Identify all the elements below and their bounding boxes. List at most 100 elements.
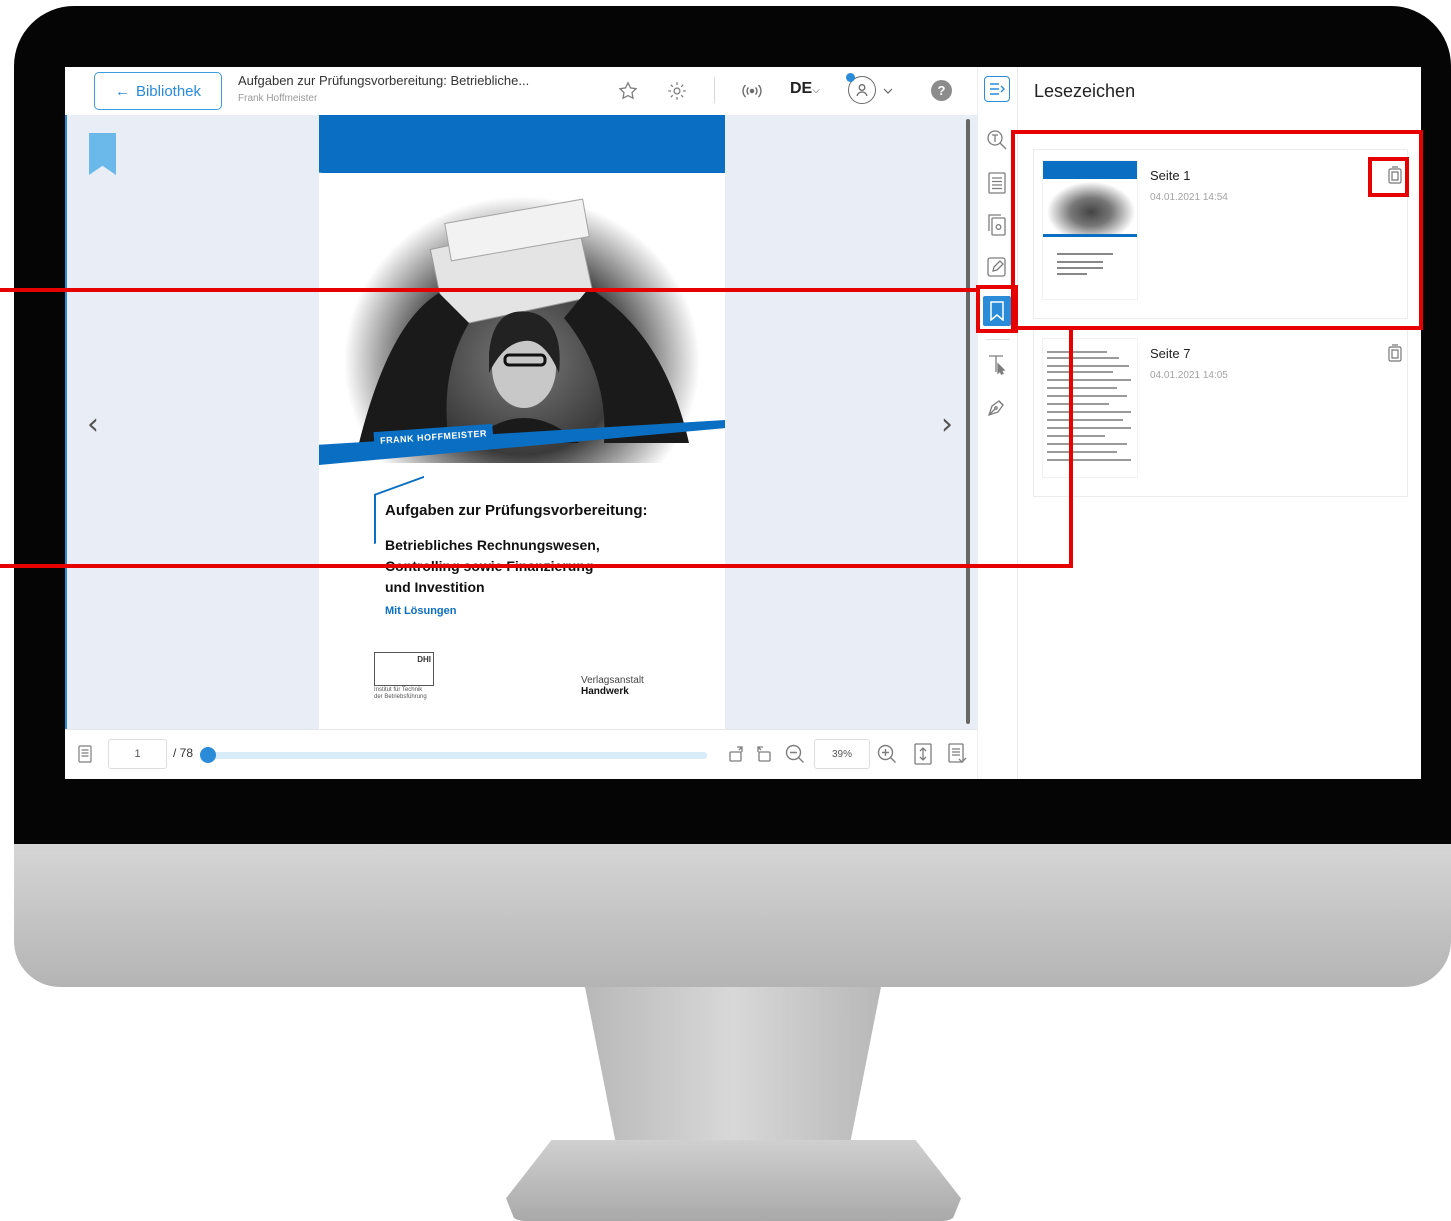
thumbnail-text-line [1057,273,1087,275]
audio-icon[interactable] [740,79,764,103]
document-icon[interactable] [945,742,969,766]
dhi-logo: DHI [374,652,434,686]
page-bookmark-flag-icon[interactable] [89,133,116,175]
page-total: / 78 [173,746,194,760]
delete-bookmark-icon[interactable] [1386,342,1404,364]
dhi-caption-line-2: der Betriebsführung [374,694,427,700]
cover-subheading-line-2: Controlling sowie Finanzierung [385,558,594,574]
document-viewer: ‹ › FRANK HOFFMEISTER Aufgaben zur Prüfu… [65,115,977,729]
notification-dot [846,73,855,82]
notes-icon[interactable] [984,254,1010,280]
back-to-library-button[interactable]: ← Bibliothek [94,72,222,110]
thumbnail-text-line [1047,379,1131,381]
panel-toggle-icon[interactable] [984,76,1010,102]
cover-note: Mit Lösungen [385,605,457,617]
page-slider-track[interactable] [207,752,707,759]
bookmarks-panel: Lesezeichen Seite 1 04.01.2021 14:54 Sei… [1017,67,1421,779]
thumbnail-text-line [1057,267,1103,269]
app-header: ← Bibliothek Aufgaben zur Prüfungsvorber… [65,67,977,115]
bookmark-thumbnail[interactable] [1042,160,1138,300]
fit-height-icon[interactable] [911,742,935,766]
document-author: Frank Hoffmeister [238,93,318,104]
dhi-caption: Institut für Technik der Betriebsführung [374,687,427,701]
cover-subheading-line-1: Betriebliches Rechnungswesen, [385,537,600,553]
thumbnail-text-line [1047,419,1123,421]
thumbnail-text-line [1047,357,1119,359]
rotate-right-icon[interactable] [725,742,749,766]
cover-photo-illustration [359,198,689,443]
cover-subheading: Betriebliches Rechnungswesen, Controllin… [385,535,600,598]
thumbnail-text-line [1047,371,1113,373]
arrow-left-icon: ← [114,82,130,100]
thumbnail-text-line [1047,451,1117,453]
rotate-left-icon[interactable] [751,742,775,766]
book-cover-page: FRANK HOFFMEISTER Aufgaben zur Prüfungsv… [319,115,725,729]
bookmark-label: Seite 7 [1150,346,1191,361]
cover-subheading-line-3: und Investition [385,579,485,595]
tool-sidebar [977,67,1017,779]
publisher-line-1: Verlagsanstalt [581,675,644,686]
thumbnail-text-line [1047,387,1117,389]
document-title: Aufgaben zur Prüfungsvorbereitung: Betri… [238,73,530,88]
monitor-chin [14,844,1451,987]
bookmark-date: 04.01.2021 14:05 [1150,370,1228,381]
thumbnail-cover-line [1043,234,1137,237]
tool-separator [986,339,1010,340]
publisher-logo: Verlagsanstalt Handwerk [581,675,644,697]
bookmark-card[interactable]: Seite 1 04.01.2021 14:54 [1033,149,1408,319]
chevron-down-icon: ⌵ [812,85,820,96]
user-avatar[interactable] [846,73,876,104]
thumbnail-text-line [1047,435,1105,437]
thumbnail-text-line [1047,351,1107,353]
back-button-label: Bibliothek [135,82,202,100]
language-selector[interactable]: DE⌵ [790,80,820,98]
language-label: DE [790,80,813,97]
star-icon[interactable] [616,79,640,103]
monitor-mockup: ← Bibliothek Aufgaben zur Prüfungsvorber… [0,0,1451,1221]
viewer-scrollbar[interactable] [966,119,970,724]
search-text-icon[interactable] [984,127,1010,153]
thumbnail-text-line [1047,403,1109,405]
zoom-out-icon[interactable] [783,742,807,766]
thumbnail-text-line [1047,411,1131,413]
toc-icon[interactable] [984,170,1010,196]
delete-bookmark-icon[interactable] [1386,164,1404,186]
cover-photo [319,173,725,463]
document-title-block: Aufgaben zur Prüfungsvorbereitung: Betri… [238,73,578,104]
user-icon [856,84,868,97]
gear-icon[interactable] [665,79,689,103]
bookmark-label: Seite 1 [1150,168,1191,183]
page-list-icon[interactable] [73,742,97,766]
header-divider [714,77,715,103]
zoom-in-icon[interactable] [875,742,899,766]
thumbnail-cover-header [1043,161,1137,179]
bookmark-card[interactable]: Seite 7 04.01.2021 14:05 [1033,327,1408,497]
previous-page-button[interactable]: ‹ [87,407,99,442]
page-slider-knob[interactable] [200,747,216,763]
thumbnail-text-line [1057,261,1103,263]
text-select-icon[interactable] [984,352,1010,378]
publisher-line-2: Handwerk [581,686,629,697]
zoom-level-input[interactable]: 39% [814,739,870,769]
panel-title: Lesezeichen [1034,81,1136,101]
thumbnails-icon[interactable] [984,212,1010,238]
monitor-stand-base [506,1140,961,1221]
next-page-button[interactable]: › [941,407,953,442]
pen-icon[interactable] [984,394,1010,420]
thumbnail-text-line [1047,365,1129,367]
thumbnail-text-line [1047,459,1131,461]
page-number-input[interactable]: 1 [108,739,167,769]
thumbnail-text-line [1047,427,1131,429]
cover-heading: Aufgaben zur Prüfungsvorbereitung: [385,502,648,519]
help-icon[interactable]: ? [931,80,952,101]
bookmark-date: 04.01.2021 14:54 [1150,192,1228,203]
dhi-caption-line-1: Institut für Technik [374,687,423,693]
reader-app: ← Bibliothek Aufgaben zur Prüfungsvorber… [65,67,1421,779]
thumbnail-cover-photo [1043,179,1137,234]
thumbnail-text-line [1047,395,1127,397]
bookmark-thumbnail[interactable] [1042,338,1138,478]
thumbnail-text-line [1047,443,1127,445]
user-menu-chevron-icon[interactable] [880,79,896,103]
thumbnail-text-line [1057,253,1113,255]
bookmark-icon[interactable] [983,296,1011,326]
